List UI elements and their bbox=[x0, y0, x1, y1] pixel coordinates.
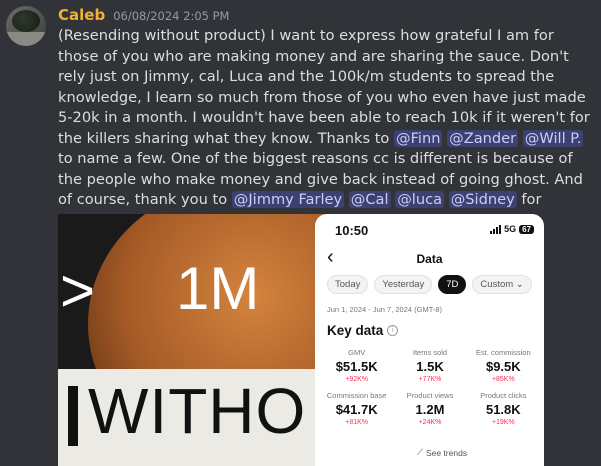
metric-label: Commission base bbox=[326, 391, 387, 400]
black-bar bbox=[68, 386, 78, 446]
trend-icon: ⟋ bbox=[417, 447, 423, 457]
metric-change: +81K% bbox=[345, 419, 369, 426]
attachment-phone-screenshot[interactable]: 10:50 5G 67 ‹ Data Today Yesterday 7D Cu… bbox=[315, 214, 544, 466]
metric-commission-base[interactable]: Commission base $41.7K +81K% bbox=[320, 391, 393, 426]
network-label: 5G bbox=[504, 224, 517, 234]
mention-finn[interactable]: @Finn bbox=[394, 129, 443, 147]
metric-value: 51.8K bbox=[485, 402, 521, 417]
avatar-ground bbox=[6, 32, 46, 46]
metric-change: +19K% bbox=[491, 419, 515, 426]
mention-luca[interactable]: @luca bbox=[395, 191, 445, 208]
big-text: 1M bbox=[176, 255, 260, 322]
battery-icon: 67 bbox=[519, 224, 534, 234]
tab-custom-label: Custom bbox=[480, 279, 514, 290]
see-trends-link[interactable]: ⟋ See trends bbox=[417, 447, 467, 458]
screen-title: Data bbox=[416, 252, 443, 266]
username[interactable]: Caleb bbox=[58, 6, 105, 24]
mention-jimmy-farley[interactable]: @Jimmy Farley bbox=[231, 191, 345, 208]
status-bar-right: 5G 67 bbox=[490, 224, 534, 234]
metric-value: $41.7K bbox=[335, 402, 378, 417]
metric-est-commission[interactable]: Est. commission $9.5K +85K% bbox=[467, 348, 540, 383]
metric-value: $51.5K bbox=[335, 359, 378, 374]
metric-gmv[interactable]: GMV $51.5K +92K% bbox=[320, 348, 393, 383]
message-body: (Resending without product) I want to ex… bbox=[58, 26, 594, 231]
mention-zander[interactable]: @Zander bbox=[447, 129, 519, 147]
signal-icon bbox=[490, 224, 502, 234]
metric-change: +77K% bbox=[418, 376, 442, 383]
attachment-image-left[interactable]: > 1M WITHO bbox=[58, 214, 324, 466]
key-data-label: Key data bbox=[327, 323, 384, 338]
metric-product-views[interactable]: Product views 1.2M +24K% bbox=[393, 391, 466, 426]
tab-yesterday[interactable]: Yesterday bbox=[374, 275, 433, 294]
timestamp: 06/08/2024 2:05 PM bbox=[113, 9, 230, 23]
metric-value: 1.5K bbox=[416, 359, 444, 374]
date-range: Jun 1, 2024 - Jun 7, 2024 (GMT-8) bbox=[327, 305, 443, 314]
metric-label: Est. commission bbox=[476, 348, 531, 357]
message-text: (Resending without product) I want to ex… bbox=[58, 27, 590, 147]
tab-7d[interactable]: 7D bbox=[438, 275, 467, 294]
metric-items-sold[interactable]: Items sold 1.5K +77K% bbox=[393, 348, 466, 383]
mention-will-p[interactable]: @Will P. bbox=[522, 129, 584, 147]
message-header: Caleb 06/08/2024 2:05 PM bbox=[58, 6, 229, 24]
metric-value: 1.2M bbox=[415, 402, 445, 417]
info-icon[interactable]: i bbox=[387, 325, 399, 336]
metrics-grid: GMV $51.5K +92K% Items sold 1.5K +77K% E… bbox=[320, 348, 540, 426]
metric-change: +85K% bbox=[491, 376, 515, 383]
key-data-heading: Key data i bbox=[327, 323, 399, 338]
bottom-text: WITHO bbox=[88, 375, 307, 447]
date-tabs: Today Yesterday 7D Custom ⌄ bbox=[327, 275, 532, 294]
metric-label: Product clicks bbox=[480, 391, 527, 400]
avatar[interactable] bbox=[6, 6, 46, 46]
chevron-down-icon: ⌄ bbox=[515, 279, 524, 290]
greater-than-symbol: > bbox=[60, 257, 96, 324]
metric-product-clicks[interactable]: Product clicks 51.8K +19K% bbox=[467, 391, 540, 426]
metric-change: +24K% bbox=[418, 419, 442, 426]
see-trends-label: See trends bbox=[425, 447, 468, 458]
tab-custom[interactable]: Custom ⌄ bbox=[472, 275, 532, 294]
tab-today[interactable]: Today bbox=[327, 275, 369, 294]
metric-label: Items sold bbox=[412, 348, 448, 357]
metric-label: GMV bbox=[348, 348, 366, 357]
metric-change: +92K% bbox=[345, 376, 369, 383]
metric-label: Product views bbox=[406, 391, 454, 400]
metric-value: $9.5K bbox=[485, 359, 521, 374]
status-time: 10:50 bbox=[335, 223, 369, 238]
mention-cal[interactable]: @Cal bbox=[348, 191, 391, 208]
mention-sidney[interactable]: @Sidney bbox=[448, 191, 517, 208]
